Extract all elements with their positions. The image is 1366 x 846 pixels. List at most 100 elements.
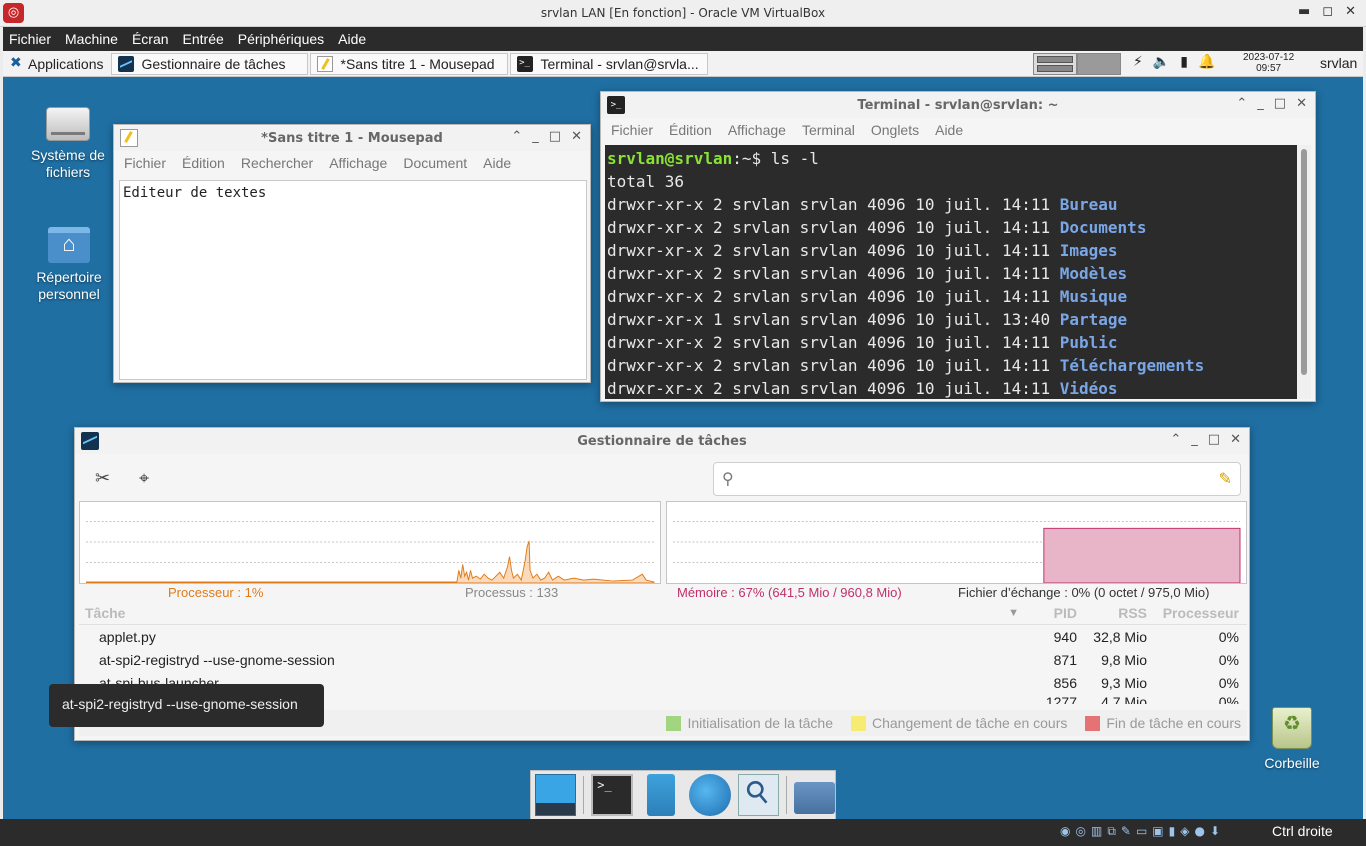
vbox-menu-aide[interactable]: Aide [338, 31, 366, 47]
directory-name: Partage [1059, 310, 1128, 329]
optical-drive-icon[interactable]: ◎ [1075, 824, 1085, 839]
taskbar-item-terminal[interactable]: >_ Terminal - srvlan@srvla... [509, 52, 708, 75]
usb-icon[interactable]: ✎ [1121, 824, 1131, 839]
minimize-icon[interactable]: _ [1257, 96, 1264, 111]
applications-menu-button[interactable]: Applications [3, 53, 111, 75]
terminal-line: drwxr-xr-x 2 srvlan srvlan 4096 10 juil.… [607, 379, 1118, 398]
mousepad-titlebar[interactable]: *Sans titre 1 - Mousepad ⌃ _ □ ✕ [114, 125, 590, 151]
hard-disk-icon[interactable]: ◉ [1060, 824, 1070, 839]
terminal-line: drwxr-xr-x 1 srvlan srvlan 4096 10 juil.… [607, 310, 1128, 329]
folder-icon[interactable] [793, 782, 835, 814]
terminal-output[interactable]: srvlan@srvlan:~$ ls -l total 36 drwxr-xr… [605, 145, 1298, 399]
network-icon[interactable]: ⧉ [1107, 824, 1116, 839]
vbox-menu-ecran[interactable]: Écran [132, 31, 169, 47]
maximize-icon[interactable]: □ [1274, 96, 1286, 111]
desktop-icon-trash[interactable]: Corbeille [1242, 707, 1342, 772]
minimize-icon[interactable]: _ [532, 129, 539, 144]
display-icon[interactable]: ▣ [1152, 824, 1163, 839]
shade-icon[interactable]: ⌃ [511, 129, 522, 144]
taskbar-item-mousepad[interactable]: *Sans titre 1 - Mousepad [309, 52, 508, 75]
shade-icon[interactable]: ⌃ [1170, 432, 1181, 447]
shared-folders-icon[interactable]: ▭ [1136, 824, 1147, 839]
web-browser-icon[interactable] [689, 774, 731, 816]
minimize-icon[interactable]: ▬ [1298, 4, 1310, 19]
taskbar-item-taskmgr[interactable]: Gestionnaire de tâches [110, 52, 308, 75]
app-finder-icon[interactable] [737, 774, 779, 816]
column-header-rss[interactable]: RSS [1077, 605, 1147, 621]
desktop-icon-home[interactable]: Répertoire personnel [19, 227, 119, 303]
menu-fichier[interactable]: Fichier [124, 155, 166, 171]
menu-document[interactable]: Document [403, 155, 467, 171]
menu-terminal[interactable]: Terminal [802, 122, 855, 138]
panel-clock[interactable]: 2023-07-12 09:57 [1243, 52, 1294, 74]
vbox-menu-fichier[interactable]: Fichier [9, 31, 51, 47]
dock-separator [583, 776, 585, 814]
legend-swatch-change [851, 715, 866, 731]
settings-tools-icon[interactable]: ✂ [95, 468, 110, 489]
terminal-scrollbar[interactable] [1297, 145, 1311, 399]
network-icon[interactable]: ⚡ [1133, 54, 1143, 70]
table-row[interactable]: at-spi2-registryd --use-gnome-session 87… [79, 648, 1247, 671]
cell-rss: 9,8 Mio [1101, 651, 1147, 668]
close-icon[interactable]: ✕ [1345, 4, 1356, 19]
file-manager-icon[interactable] [647, 774, 676, 816]
desktop-icon[interactable] [535, 774, 577, 816]
column-header-pid[interactable]: PID [969, 605, 1077, 621]
mousepad-icon [316, 55, 333, 72]
menu-edition[interactable]: Édition [669, 122, 712, 138]
prompt-command: ls -l [761, 149, 819, 168]
vbox-menu-machine[interactable]: Machine [65, 31, 118, 47]
legend-swatch-start [666, 715, 682, 731]
vbox-menu-entree[interactable]: Entrée [183, 31, 224, 47]
cpu-icon[interactable]: ◈ [1180, 824, 1189, 839]
desktop-icon-label: Répertoire personnel [36, 269, 102, 302]
menu-fichier[interactable]: Fichier [611, 122, 653, 138]
close-icon[interactable]: ✕ [1296, 96, 1307, 111]
maximize-icon[interactable]: ◻ [1322, 4, 1333, 19]
menu-aide[interactable]: Aide [483, 155, 511, 171]
scrollbar-thumb[interactable] [1301, 149, 1307, 375]
menu-rechercher[interactable]: Rechercher [241, 155, 313, 171]
workspace-2[interactable] [1077, 53, 1121, 75]
workspace-1[interactable] [1033, 53, 1077, 75]
menu-edition[interactable]: Édition [182, 155, 225, 171]
maximize-icon[interactable]: □ [549, 129, 561, 144]
volume-icon[interactable]: 🔈 [1153, 54, 1170, 70]
desktop-icon-filesystem[interactable]: Système de fichiers [18, 107, 118, 181]
clear-search-icon[interactable]: ✎ [1219, 469, 1232, 488]
menu-affichage[interactable]: Affichage [329, 155, 387, 171]
terminal-menubar: Fichier Édition Affichage Terminal Ongle… [601, 118, 1315, 142]
mousepad-menubar: Fichier Édition Rechercher Affichage Doc… [114, 151, 590, 175]
workspace-switcher[interactable] [1033, 53, 1123, 75]
guest-additions-icon[interactable]: ● [1194, 824, 1204, 839]
panel-user[interactable]: srvlan [1320, 55, 1357, 71]
crosshair-icon[interactable]: ⌖ [139, 468, 149, 489]
text-editor-area[interactable]: Editeur de textes [119, 180, 587, 380]
directory-name: Public [1059, 333, 1118, 352]
close-icon[interactable]: ✕ [1230, 432, 1241, 447]
terminal-icon[interactable]: >_ [591, 774, 634, 816]
mouse-integration-icon[interactable]: ⬇ [1210, 824, 1220, 839]
minimize-icon[interactable]: _ [1191, 432, 1198, 447]
column-header-cpu[interactable]: Processeur [1147, 605, 1239, 621]
terminal-titlebar[interactable]: >_ Terminal - srvlan@srvlan: ~ ⌃ _ □ ✕ [601, 92, 1315, 118]
vbox-menu-peripheriques[interactable]: Périphériques [238, 31, 324, 47]
menu-onglets[interactable]: Onglets [871, 122, 919, 138]
menu-affichage[interactable]: Affichage [728, 122, 786, 138]
taskmgr-titlebar[interactable]: Gestionnaire de tâches ⌃ _ □ ✕ [75, 428, 1249, 454]
battery-icon[interactable]: ▮ [1180, 54, 1188, 70]
search-input[interactable]: ⚲ ✎ [713, 462, 1241, 496]
top-panel: Applications Gestionnaire de tâches *San… [3, 51, 1363, 77]
audio-icon[interactable]: ▥ [1091, 824, 1102, 839]
shade-icon[interactable]: ⌃ [1236, 96, 1247, 111]
maximize-icon[interactable]: □ [1208, 432, 1220, 447]
table-row[interactable]: applet.py 940 32,8 Mio 0% [79, 625, 1247, 648]
menu-aide[interactable]: Aide [935, 122, 963, 138]
recording-icon[interactable]: ▮ [1169, 824, 1176, 839]
workspace-window-preview [1037, 65, 1073, 72]
close-icon[interactable]: ✕ [571, 129, 582, 144]
column-header-task[interactable]: Tâche ▼ [79, 605, 1019, 621]
legend-item: Initialisation de la tâche [666, 715, 833, 731]
dock: >_ [530, 770, 836, 819]
notification-bell-icon[interactable]: 🔔 [1198, 54, 1215, 70]
